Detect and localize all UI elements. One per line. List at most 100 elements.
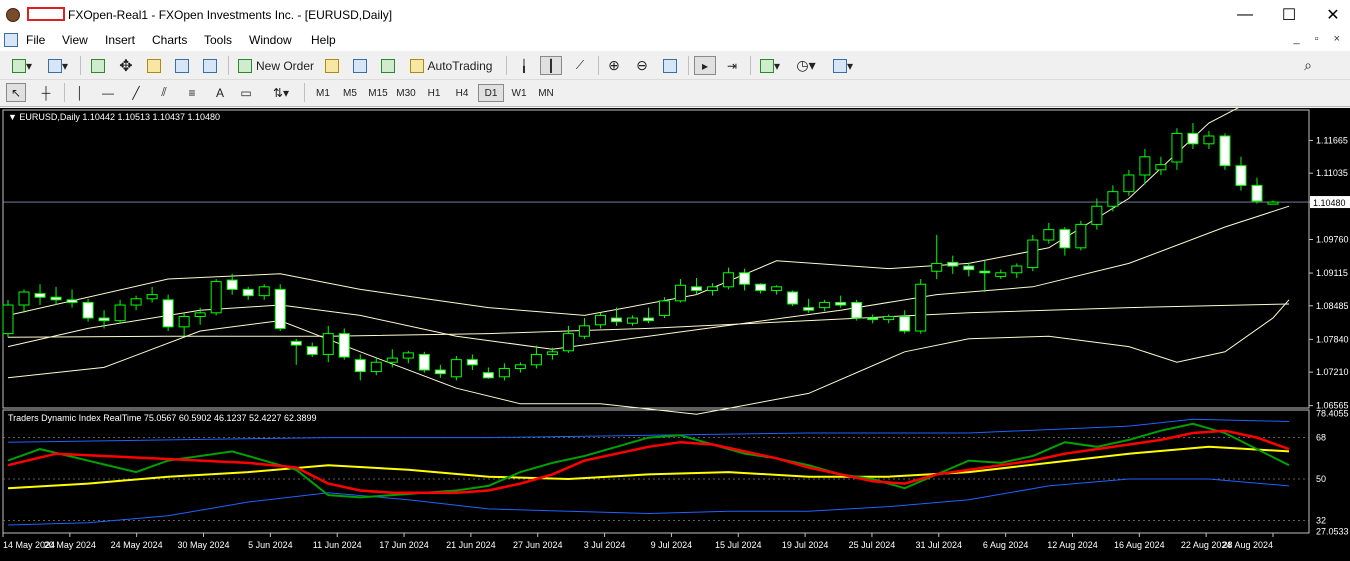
timeframe-m15[interactable]: M15: [365, 84, 391, 102]
candle-bull: [498, 367, 510, 378]
candle-bull: [18, 291, 30, 306]
periods-button[interactable]: ◷ ▾: [792, 56, 820, 75]
menu-view[interactable]: View: [62, 33, 88, 47]
date-axis-label: 31 Jul 2024: [916, 540, 963, 550]
menu-file[interactable]: File: [26, 33, 45, 47]
horizontal-line-tool[interactable]: —: [98, 83, 118, 102]
community-icon: [353, 58, 367, 73]
data-window-button[interactable]: ✥: [116, 56, 136, 75]
date-axis-label: 12 Aug 2024: [1047, 540, 1098, 550]
arrows-tool[interactable]: ⇅▾: [264, 83, 298, 102]
signals-button[interactable]: [378, 56, 398, 75]
fibonacci-tool[interactable]: ≡: [182, 83, 202, 102]
market-watch-button[interactable]: [88, 56, 108, 75]
search-button[interactable]: ⌕: [1298, 56, 1318, 75]
mdi-window-buttons[interactable]: _ ▫ ×: [1293, 33, 1346, 45]
crosshair-tool[interactable]: ┼: [36, 83, 56, 102]
timeframe-d1[interactable]: D1: [478, 84, 504, 102]
text-label-icon: ▭: [240, 85, 252, 100]
date-axis-label: 21 Jun 2024: [446, 540, 496, 550]
navigator-button[interactable]: [144, 56, 164, 75]
auto-scroll-button[interactable]: ▸: [694, 56, 716, 75]
chart-canvas[interactable]: 1.11665 1.11035 1.10480 1.09760 1.09115 1.084…: [0, 108, 1350, 561]
equidistant-channel-tool[interactable]: ⫽: [154, 83, 174, 102]
metaeditor-button[interactable]: [322, 56, 342, 75]
text-tool[interactable]: A: [210, 83, 230, 102]
candle-bull: [659, 300, 671, 316]
candle-bear: [610, 317, 622, 323]
timeframe-mn[interactable]: MN: [533, 84, 559, 102]
market-watch-icon: [91, 58, 105, 73]
candle-bear: [643, 317, 655, 322]
vertical-line-tool[interactable]: │: [70, 83, 90, 102]
cursor-tool[interactable]: ↖: [6, 83, 26, 102]
candle-bear: [691, 286, 703, 291]
menu-help[interactable]: Help: [311, 33, 336, 47]
terminal-button[interactable]: [172, 56, 192, 75]
timeframe-m30[interactable]: M30: [393, 84, 419, 102]
menu-tools[interactable]: Tools: [204, 33, 232, 47]
bar-chart-button[interactable]: ╽: [514, 56, 534, 75]
channel-icon: ⫽: [161, 85, 167, 99]
menu-window[interactable]: Window: [249, 33, 292, 47]
templates-button[interactable]: ▾: [828, 56, 858, 75]
chart-shift-button[interactable]: ⇥: [722, 56, 742, 75]
date-axis-label: 24 May 2024: [111, 540, 163, 550]
candle-bear: [338, 333, 350, 358]
new-order-button[interactable]: New Order: [236, 56, 316, 75]
candlestick-icon: ┃: [547, 58, 555, 73]
date-axis-label: 28 Aug 2024: [1222, 540, 1273, 550]
candle-bull: [578, 325, 590, 337]
timeframe-h1[interactable]: H1: [421, 84, 447, 102]
indicator-header: Traders Dynamic Index RealTime 75.0567 6…: [8, 413, 317, 423]
crosshair-tool-icon: ┼: [41, 85, 51, 100]
app-icon[interactable]: [6, 8, 20, 22]
zoom-out-button[interactable]: ⊖: [632, 56, 652, 75]
timeframe-h4[interactable]: H4: [449, 84, 475, 102]
line-chart-button[interactable]: ⟋: [570, 56, 590, 75]
minimize-button[interactable]: —: [1222, 0, 1268, 30]
strategy-tester-button[interactable]: [200, 56, 220, 75]
timeframe-m5[interactable]: M5: [337, 84, 363, 102]
date-axis-label: 16 Aug 2024: [1114, 540, 1165, 550]
candle-bear: [851, 301, 863, 319]
tdi-trade-signal-line: [7, 429, 1290, 495]
date-axis-label: 11 Jun 2024: [313, 540, 362, 550]
text-label-tool[interactable]: ▭: [236, 83, 256, 102]
timeframe-m1[interactable]: M1: [310, 84, 336, 102]
zoom-in-icon: ⊕: [608, 57, 620, 73]
close-button[interactable]: ✕: [1310, 0, 1350, 30]
indicators-button[interactable]: ▾: [756, 56, 784, 75]
cursor-icon: ↖: [10, 85, 22, 100]
zoom-in-button[interactable]: ⊕: [604, 56, 624, 75]
candlestick-button[interactable]: ┃: [540, 56, 562, 75]
menu-insert[interactable]: Insert: [105, 33, 135, 47]
new-chart-button[interactable]: ▾: [8, 56, 36, 75]
maximize-button[interactable]: ☐: [1266, 0, 1312, 30]
candle-bull: [707, 286, 719, 291]
candle-bull: [402, 352, 414, 359]
menu-charts[interactable]: Charts: [152, 33, 187, 47]
candle-bull: [194, 312, 206, 317]
chart-window[interactable]: 1.11665 1.11035 1.10480 1.09760 1.09115 1.084…: [0, 108, 1350, 561]
date-axis-label: 20 May 2024: [44, 540, 96, 550]
candle-bear: [274, 288, 286, 329]
profiles-button[interactable]: ▾: [44, 56, 72, 75]
community-button[interactable]: [350, 56, 370, 75]
date-axis-label: 30 May 2024: [178, 540, 230, 550]
autotrading-button[interactable]: AutoTrading: [406, 56, 496, 75]
candle-bull: [546, 351, 558, 355]
candle-bull: [210, 281, 222, 314]
tile-windows-button[interactable]: [660, 56, 680, 75]
trendline-tool[interactable]: ╱: [126, 83, 146, 102]
redacted-box: [27, 7, 65, 21]
candle-bull: [514, 364, 526, 369]
candle-bull: [626, 317, 638, 324]
candle-bear: [1251, 184, 1263, 202]
new-chart-icon: [11, 58, 26, 73]
menubar-icon[interactable]: [4, 33, 18, 47]
price-axis-label: 1.07840: [1316, 334, 1349, 344]
timeframe-w1[interactable]: W1: [506, 84, 532, 102]
candle-bull: [1139, 156, 1151, 176]
candle-bear: [98, 317, 110, 322]
